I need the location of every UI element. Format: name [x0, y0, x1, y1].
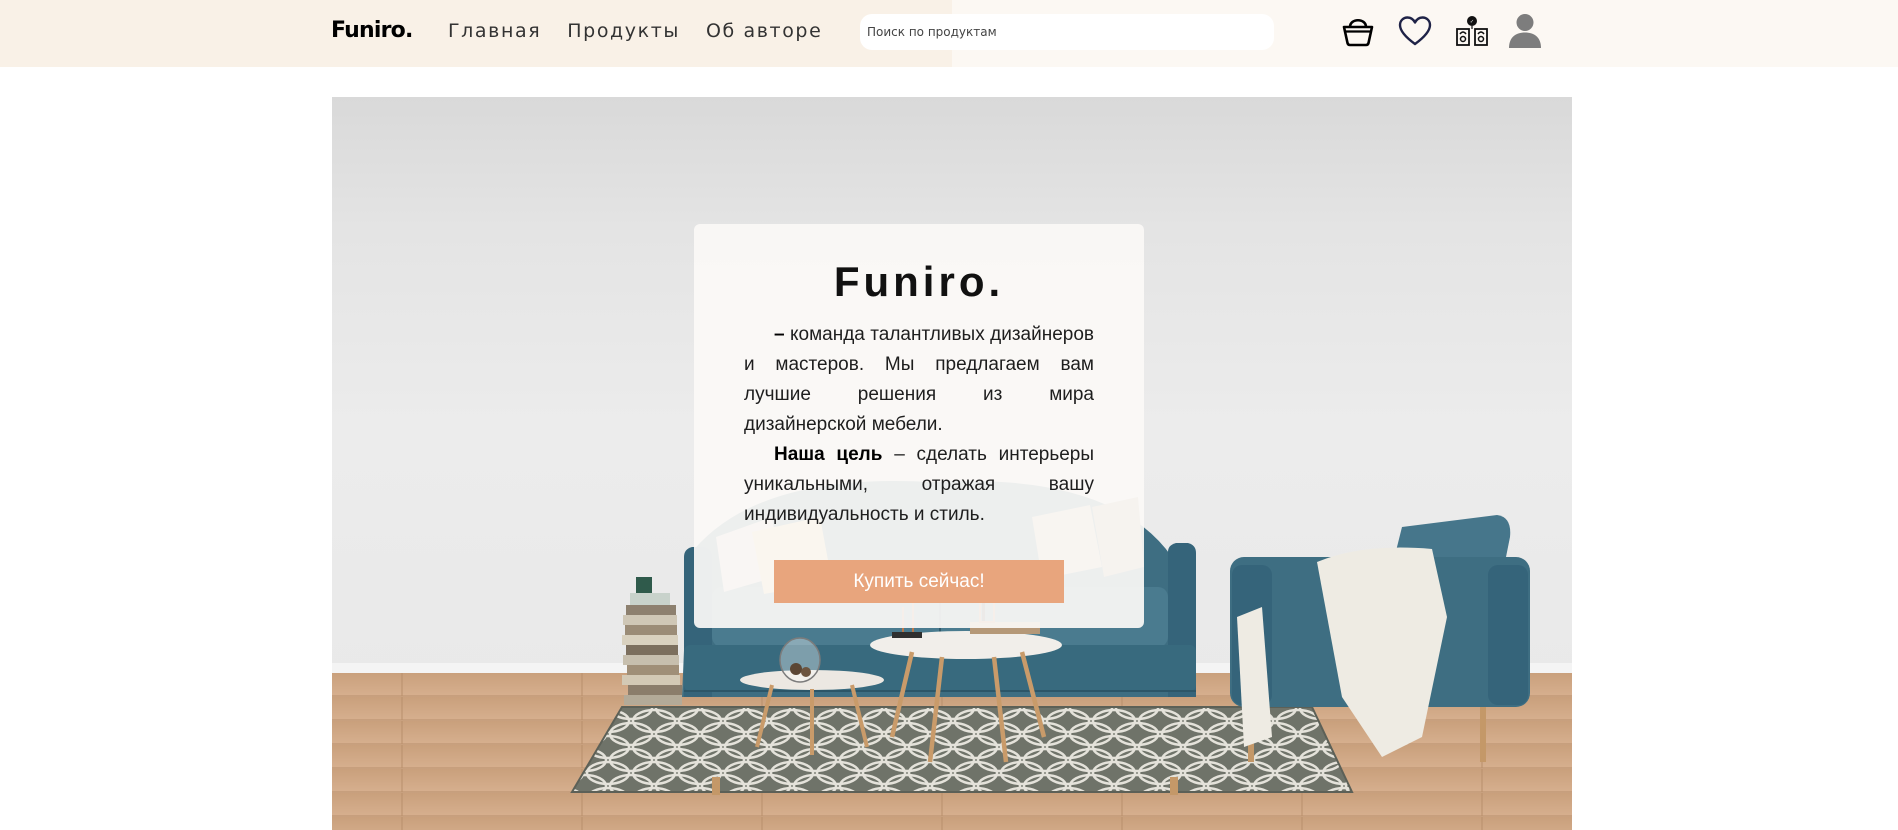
hero-goal-label: Наша цель — [774, 444, 883, 465]
basket-icon[interactable] — [1337, 10, 1379, 52]
hero-paragraph-1: – команда талантливых дизайнеров и масте… — [744, 320, 1094, 440]
nav-home[interactable]: Главная — [448, 20, 541, 42]
main-nav: Главная Продукты Об авторе — [448, 20, 822, 42]
orders-icon[interactable]: ✓ — [1451, 10, 1493, 52]
buy-now-button[interactable]: Купить сейчас! — [774, 560, 1064, 603]
hero-paragraph-1-text: команда талантливых дизайнеров и мастеро… — [744, 324, 1095, 435]
hero-banner: Funiro. – команда талантливых дизайнеров… — [332, 97, 1572, 830]
search-input[interactable] — [860, 14, 1274, 50]
hero-description: – команда талантливых дизайнеров и масте… — [744, 320, 1094, 530]
hero-dash: – — [774, 324, 785, 345]
nav-about[interactable]: Об авторе — [706, 20, 822, 42]
nav-products[interactable]: Продукты — [567, 20, 680, 42]
heart-icon[interactable] — [1394, 10, 1436, 52]
hero-title: Funiro. — [833, 258, 1005, 305]
svg-text:✓: ✓ — [1470, 19, 1474, 25]
hero-card: Funiro. – команда талантливых дизайнеров… — [694, 224, 1144, 628]
hero-paragraph-2: Наша цель – сделать интерьеры уникальным… — [744, 440, 1094, 530]
user-icon[interactable] — [1504, 10, 1546, 52]
logo[interactable]: Funiro. — [331, 18, 413, 43]
header: Funiro. Главная Продукты Об авторе ✓ — [0, 0, 1898, 67]
